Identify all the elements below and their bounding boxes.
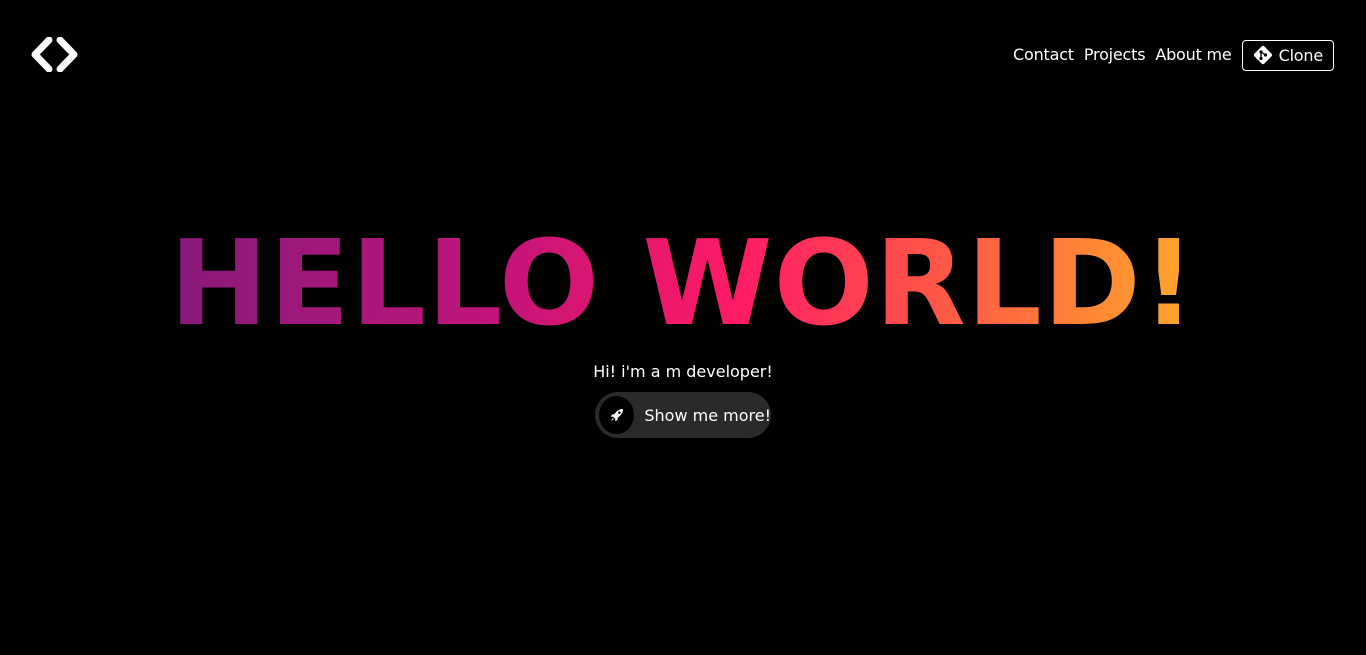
- nav-link-about-me[interactable]: About me: [1155, 39, 1231, 71]
- hero: HELLO WORLD!: [0, 218, 1366, 348]
- page: Contact Projects About me Clone HELLO WO…: [0, 0, 1366, 655]
- nav-link-projects[interactable]: Projects: [1084, 39, 1146, 71]
- hero-subtitle: Hi! i'm a m developer!: [593, 362, 773, 381]
- hero-title: HELLO WORLD!: [169, 214, 1197, 352]
- nav-link-contact[interactable]: Contact: [1013, 39, 1074, 71]
- top-nav: Contact Projects About me Clone: [1013, 39, 1334, 71]
- clone-button[interactable]: Clone: [1241, 39, 1334, 71]
- show-more-label: Show me more!: [644, 405, 771, 425]
- show-more-button[interactable]: Show me more!: [595, 392, 771, 438]
- rocket-icon: [599, 396, 635, 434]
- code-brackets-icon[interactable]: [31, 37, 78, 72]
- clone-button-label: Clone: [1278, 45, 1324, 65]
- git-icon: [1253, 45, 1273, 65]
